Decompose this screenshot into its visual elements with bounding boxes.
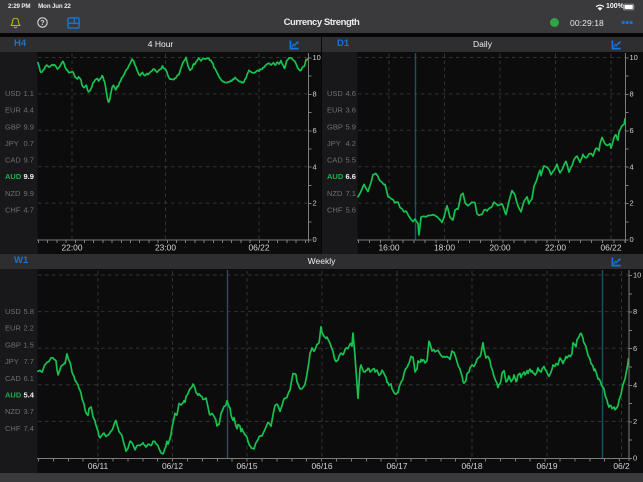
svg-text:CHF: CHF [327,206,343,215]
svg-text:CAD: CAD [327,156,343,165]
svg-text:3.7: 3.7 [24,407,34,416]
svg-text:0: 0 [313,235,317,244]
svg-text:5.4: 5.4 [24,391,35,400]
svg-text:EUR: EUR [5,106,21,115]
svg-text:10: 10 [313,53,321,62]
svg-text:6: 6 [630,126,634,135]
svg-text:18:00: 18:00 [434,242,455,252]
svg-text:2: 2 [630,199,634,208]
svg-text:2.2: 2.2 [24,324,34,333]
svg-text:3.6: 3.6 [346,106,356,115]
svg-text:EUR: EUR [5,324,21,333]
svg-text:USD: USD [5,89,21,98]
svg-text:4.7: 4.7 [24,206,34,215]
svg-text:4.6: 4.6 [346,89,356,98]
svg-text:10: 10 [630,53,638,62]
svg-text:2: 2 [633,417,637,426]
svg-text:7.7: 7.7 [24,357,34,366]
svg-text:NZD: NZD [327,189,343,198]
svg-text:8: 8 [630,90,634,99]
svg-text:4: 4 [313,162,317,171]
svg-text:16:00: 16:00 [379,242,400,252]
svg-text:CAD: CAD [5,156,21,165]
svg-text:06/16: 06/16 [312,461,333,471]
svg-text:USD: USD [327,89,343,98]
svg-text:06/11: 06/11 [88,461,109,471]
svg-text:06/19: 06/19 [537,461,558,471]
svg-text:06/17: 06/17 [387,461,408,471]
svg-text:9.9: 9.9 [24,189,34,198]
svg-text:06/2: 06/2 [613,461,630,471]
svg-text:NZD: NZD [5,189,21,198]
svg-text:CHF: CHF [5,424,21,433]
svg-text:2: 2 [313,199,317,208]
svg-text:AUD: AUD [327,172,344,181]
svg-text:8: 8 [313,90,317,99]
svg-text:20:00: 20:00 [490,242,511,252]
svg-text:4: 4 [633,380,637,389]
svg-text:06/22: 06/22 [249,242,270,252]
svg-text:9.9: 9.9 [24,122,34,131]
svg-text:06/15: 06/15 [237,461,258,471]
svg-text:9.9: 9.9 [24,172,34,181]
svg-text:06/18: 06/18 [462,461,483,471]
svg-text:0: 0 [633,454,637,463]
svg-text:JPY: JPY [5,357,19,366]
svg-text:22:00: 22:00 [62,242,83,252]
svg-text:4: 4 [630,162,634,171]
svg-text:8: 8 [633,307,637,316]
svg-text:CHF: CHF [5,206,21,215]
svg-text:23:00: 23:00 [155,242,176,252]
svg-text:7.1: 7.1 [346,189,356,198]
svg-text:1.5: 1.5 [24,340,34,349]
svg-text:5.5: 5.5 [346,156,356,165]
svg-text:EUR: EUR [327,106,343,115]
svg-text:4.2: 4.2 [346,139,356,148]
svg-text:6.1: 6.1 [24,374,34,383]
svg-text:06/22: 06/22 [601,242,622,252]
svg-text:JPY: JPY [5,139,19,148]
svg-text:10: 10 [633,271,641,280]
svg-text:AUD: AUD [5,391,22,400]
svg-text:4.4: 4.4 [24,106,34,115]
svg-text:USD: USD [5,307,21,316]
svg-text:06/12: 06/12 [162,461,183,471]
svg-text:0.7: 0.7 [24,139,34,148]
svg-text:1.1: 1.1 [24,89,34,98]
svg-text:6: 6 [313,126,317,135]
svg-text:5.8: 5.8 [24,307,34,316]
svg-text:GBP: GBP [327,122,343,131]
svg-text:6: 6 [633,344,637,353]
svg-text:6.6: 6.6 [346,172,356,181]
svg-text:7.4: 7.4 [24,424,34,433]
svg-text:GBP: GBP [5,122,21,131]
svg-text:9.7: 9.7 [24,156,34,165]
svg-text:5.9: 5.9 [346,122,356,131]
svg-text:NZD: NZD [5,407,21,416]
svg-text:AUD: AUD [5,172,22,181]
svg-text:JPY: JPY [327,139,341,148]
svg-text:GBP: GBP [5,340,21,349]
svg-text:5.6: 5.6 [346,206,356,215]
svg-text:CAD: CAD [5,374,21,383]
svg-text:0: 0 [630,235,634,244]
svg-text:22:00: 22:00 [545,242,566,252]
